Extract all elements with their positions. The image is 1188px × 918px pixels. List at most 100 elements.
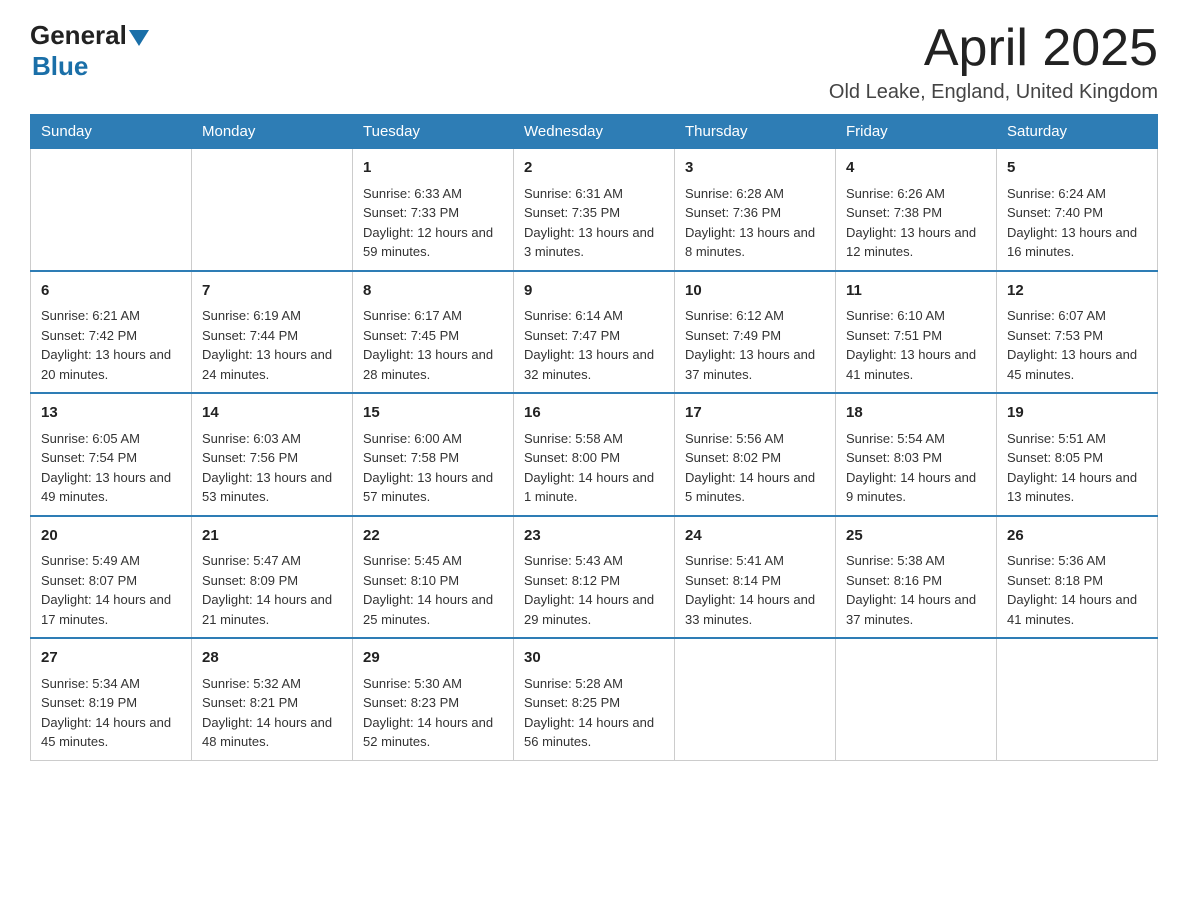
- calendar-header-tuesday: Tuesday: [353, 115, 514, 149]
- day-number: 26: [1007, 525, 1147, 548]
- day-info: Sunrise: 6:19 AMSunset: 7:44 PMDaylight:…: [202, 306, 342, 384]
- day-number: 30: [524, 647, 664, 670]
- calendar-cell: 29 Sunrise: 5:30 AMSunset: 8:23 PMDayligh…: [353, 638, 514, 760]
- day-number: 12: [1007, 280, 1147, 303]
- location-subtitle: Old Leake, England, United Kingdom: [829, 81, 1158, 104]
- calendar-header-friday: Friday: [836, 115, 997, 149]
- day-number: 10: [685, 280, 825, 303]
- calendar-cell: 13 Sunrise: 6:05 AMSunset: 7:54 PMDayligh…: [31, 393, 192, 516]
- day-number: 16: [524, 402, 664, 425]
- day-info: Sunrise: 5:38 AMSunset: 8:16 PMDaylight:…: [846, 551, 986, 629]
- calendar-header-thursday: Thursday: [675, 115, 836, 149]
- day-number: 24: [685, 525, 825, 548]
- day-number: 13: [41, 402, 181, 425]
- calendar-cell: 25 Sunrise: 5:38 AMSunset: 8:16 PMDayligh…: [836, 516, 997, 639]
- day-info: Sunrise: 6:33 AMSunset: 7:33 PMDaylight:…: [363, 184, 503, 262]
- day-number: 20: [41, 525, 181, 548]
- day-info: Sunrise: 5:36 AMSunset: 8:18 PMDaylight:…: [1007, 551, 1147, 629]
- calendar-cell: 17 Sunrise: 5:56 AMSunset: 8:02 PMDayligh…: [675, 393, 836, 516]
- day-info: Sunrise: 6:14 AMSunset: 7:47 PMDaylight:…: [524, 306, 664, 384]
- title-section: April 2025 Old Leake, England, United Ki…: [829, 20, 1158, 104]
- calendar-cell: 9 Sunrise: 6:14 AMSunset: 7:47 PMDaylight…: [514, 271, 675, 394]
- calendar-cell: 19 Sunrise: 5:51 AMSunset: 8:05 PMDayligh…: [997, 393, 1158, 516]
- day-number: 17: [685, 402, 825, 425]
- day-info: Sunrise: 6:26 AMSunset: 7:38 PMDaylight:…: [846, 184, 986, 262]
- calendar-cell: 5 Sunrise: 6:24 AMSunset: 7:40 PMDaylight…: [997, 149, 1158, 271]
- day-number: 25: [846, 525, 986, 548]
- calendar-cell: 24 Sunrise: 5:41 AMSunset: 8:14 PMDayligh…: [675, 516, 836, 639]
- calendar-cell: 18 Sunrise: 5:54 AMSunset: 8:03 PMDayligh…: [836, 393, 997, 516]
- day-info: Sunrise: 5:47 AMSunset: 8:09 PMDaylight:…: [202, 551, 342, 629]
- calendar-cell: 28 Sunrise: 5:32 AMSunset: 8:21 PMDayligh…: [192, 638, 353, 760]
- calendar-header-saturday: Saturday: [997, 115, 1158, 149]
- calendar-cell: 21 Sunrise: 5:47 AMSunset: 8:09 PMDayligh…: [192, 516, 353, 639]
- day-number: 21: [202, 525, 342, 548]
- day-info: Sunrise: 6:31 AMSunset: 7:35 PMDaylight:…: [524, 184, 664, 262]
- calendar-cell: 30Sunrise: 5:28 AMSunset: 8:25 PMDayligh…: [514, 638, 675, 760]
- day-number: 6: [41, 280, 181, 303]
- day-number: 7: [202, 280, 342, 303]
- calendar-table: SundayMondayTuesdayWednesdayThursdayFrid…: [30, 114, 1158, 761]
- day-info: Sunrise: 6:12 AMSunset: 7:49 PMDaylight:…: [685, 306, 825, 384]
- day-number: 27: [41, 647, 181, 670]
- day-info: Sunrise: 6:24 AMSunset: 7:40 PMDaylight:…: [1007, 184, 1147, 262]
- calendar-cell: [31, 149, 192, 271]
- calendar-cell: [675, 638, 836, 760]
- calendar-cell: 10 Sunrise: 6:12 AMSunset: 7:49 PMDayligh…: [675, 271, 836, 394]
- logo: General Blue: [30, 20, 149, 82]
- day-number: 5: [1007, 157, 1147, 180]
- day-info: Sunrise: 5:56 AMSunset: 8:02 PMDaylight:…: [685, 429, 825, 507]
- day-number: 29: [363, 647, 503, 670]
- calendar-cell: 3 Sunrise: 6:28 AMSunset: 7:36 PMDaylight…: [675, 149, 836, 271]
- calendar-cell: 26 Sunrise: 5:36 AMSunset: 8:18 PMDayligh…: [997, 516, 1158, 639]
- day-number: 8: [363, 280, 503, 303]
- calendar-cell: 23 Sunrise: 5:43 AMSunset: 8:12 PMDayligh…: [514, 516, 675, 639]
- day-info: Sunrise: 5:51 AMSunset: 8:05 PMDaylight:…: [1007, 429, 1147, 507]
- calendar-cell: 2 Sunrise: 6:31 AMSunset: 7:35 PMDaylight…: [514, 149, 675, 271]
- day-number: 2: [524, 157, 664, 180]
- day-number: 19: [1007, 402, 1147, 425]
- calendar-cell: 6 Sunrise: 6:21 AMSunset: 7:42 PMDaylight…: [31, 271, 192, 394]
- day-info: Sunrise: 5:43 AMSunset: 8:12 PMDaylight:…: [524, 551, 664, 629]
- calendar-cell: 1 Sunrise: 6:33 AMSunset: 7:33 PMDaylight…: [353, 149, 514, 271]
- day-number: 11: [846, 280, 986, 303]
- day-info: Sunrise: 5:41 AMSunset: 8:14 PMDaylight:…: [685, 551, 825, 629]
- calendar-cell: 4 Sunrise: 6:26 AMSunset: 7:38 PMDaylight…: [836, 149, 997, 271]
- day-info: Sunrise: 6:05 AMSunset: 7:54 PMDaylight:…: [41, 429, 181, 507]
- logo-arrow-icon: [129, 30, 149, 46]
- calendar-cell: [192, 149, 353, 271]
- day-number: 14: [202, 402, 342, 425]
- day-info: Sunrise: 5:45 AMSunset: 8:10 PMDaylight:…: [363, 551, 503, 629]
- day-info: Sunrise: 5:30 AMSunset: 8:23 PMDaylight:…: [363, 674, 503, 752]
- calendar-cell: 11 Sunrise: 6:10 AMSunset: 7:51 PMDayligh…: [836, 271, 997, 394]
- day-info: Sunrise: 6:28 AMSunset: 7:36 PMDaylight:…: [685, 184, 825, 262]
- logo-general-text: General: [30, 20, 127, 51]
- day-info: Sunrise: 5:54 AMSunset: 8:03 PMDaylight:…: [846, 429, 986, 507]
- calendar-header-sunday: Sunday: [31, 115, 192, 149]
- calendar-cell: 12 Sunrise: 6:07 AMSunset: 7:53 PMDayligh…: [997, 271, 1158, 394]
- day-info: Sunrise: 6:10 AMSunset: 7:51 PMDaylight:…: [846, 306, 986, 384]
- day-number: 28: [202, 647, 342, 670]
- day-info: Sunrise: 6:00 AMSunset: 7:58 PMDaylight:…: [363, 429, 503, 507]
- day-number: 18: [846, 402, 986, 425]
- day-number: 15: [363, 402, 503, 425]
- calendar-header-wednesday: Wednesday: [514, 115, 675, 149]
- day-info: Sunrise: 5:49 AMSunset: 8:07 PMDaylight:…: [41, 551, 181, 629]
- day-info: Sunrise: 6:07 AMSunset: 7:53 PMDaylight:…: [1007, 306, 1147, 384]
- day-info: Sunrise: 6:21 AMSunset: 7:42 PMDaylight:…: [41, 306, 181, 384]
- calendar-cell: 14Sunrise: 6:03 AMSunset: 7:56 PMDayligh…: [192, 393, 353, 516]
- day-number: 23: [524, 525, 664, 548]
- month-title: April 2025: [829, 20, 1158, 77]
- day-number: 9: [524, 280, 664, 303]
- calendar-cell: [836, 638, 997, 760]
- day-number: 22: [363, 525, 503, 548]
- day-info: Sunrise: 6:17 AMSunset: 7:45 PMDaylight:…: [363, 306, 503, 384]
- day-number: 4: [846, 157, 986, 180]
- day-number: 1: [363, 157, 503, 180]
- calendar-cell: 20 Sunrise: 5:49 AMSunset: 8:07 PMDayligh…: [31, 516, 192, 639]
- calendar-cell: 27Sunrise: 5:34 AMSunset: 8:19 PMDayligh…: [31, 638, 192, 760]
- day-number: 3: [685, 157, 825, 180]
- day-info: Sunrise: 5:32 AMSunset: 8:21 PMDaylight:…: [202, 674, 342, 752]
- calendar-cell: 15 Sunrise: 6:00 AMSunset: 7:58 PMDayligh…: [353, 393, 514, 516]
- calendar-cell: 22 Sunrise: 5:45 AMSunset: 8:10 PMDayligh…: [353, 516, 514, 639]
